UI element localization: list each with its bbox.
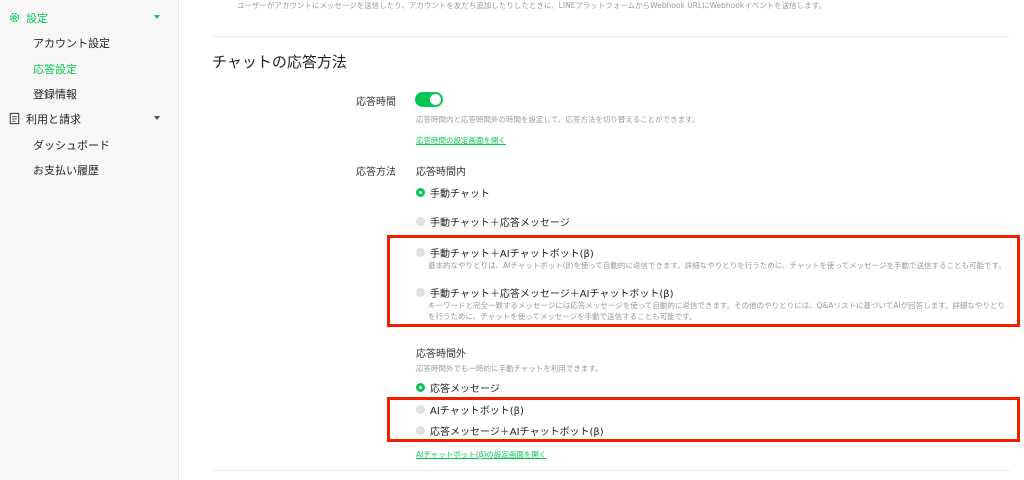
- webhook-description: ユーザーがアカウントにメッセージを送信したり、アカウントを友だち追加したりしたと…: [237, 1, 826, 10]
- sidebar-item-label: お支払い履歴: [33, 164, 99, 177]
- sidebar-item-payment-history[interactable]: お支払い履歴: [0, 158, 178, 182]
- gear-icon: [8, 11, 21, 24]
- sidebar-item-settings[interactable]: 設定: [0, 6, 178, 30]
- chevron-down-icon[interactable]: [154, 116, 160, 120]
- toggle-knob: [430, 94, 441, 105]
- response-hours-label: 応答時間: [356, 97, 396, 108]
- option-label: 応答メッセージ: [430, 383, 500, 395]
- chevron-down-icon[interactable]: [154, 15, 160, 19]
- radio-selected-icon[interactable]: [416, 187, 425, 197]
- document-icon: [8, 112, 21, 125]
- radio-selected-icon[interactable]: [416, 382, 425, 392]
- section-title: チャットの応答方法: [212, 53, 347, 71]
- radio-icon[interactable]: [416, 216, 425, 226]
- response-hours-toggle[interactable]: [415, 92, 443, 107]
- option-label: 手動チャット: [430, 188, 490, 200]
- highlight-box: [387, 397, 1020, 442]
- sidebar-item-account[interactable]: アカウント設定: [0, 31, 178, 55]
- within-option-manual-chat[interactable]: 手動チャット: [416, 185, 490, 200]
- response-hours-help: 応答時間内と応答時間外の時間を設定して、応答方法を切り替えることができます。: [416, 115, 700, 124]
- sidebar-item-label: 登録情報: [33, 88, 77, 101]
- response-hours-settings-link[interactable]: 応答時間の設定画面を開く: [416, 135, 506, 146]
- outside-option-auto-response[interactable]: 応答メッセージ: [416, 380, 500, 395]
- divider: [212, 36, 1010, 37]
- divider: [212, 470, 1010, 471]
- sidebar-item-label: 設定: [26, 12, 48, 25]
- within-hours-title: 応答時間内: [416, 167, 466, 178]
- ai-chatbot-settings-link[interactable]: AIチャットボット(β)の設定画面を開く: [416, 449, 546, 460]
- option-label: 手動チャット＋応答メッセージ: [430, 217, 570, 229]
- sidebar: 設定 アカウント設定 応答設定 登録情報 利用と請求 ダッシュボード お支払い履…: [0, 0, 179, 480]
- sidebar-item-label: 利用と請求: [26, 113, 81, 126]
- sidebar-item-label: アカウント設定: [33, 37, 110, 50]
- sidebar-item-dashboard[interactable]: ダッシュボード: [0, 133, 178, 157]
- within-option-manual-auto-response[interactable]: 手動チャット＋応答メッセージ: [416, 214, 570, 229]
- sidebar-item-label: ダッシュボード: [33, 139, 110, 152]
- outside-hours-help: 応答時間外でも一時的に手動チャットを利用できます。: [416, 364, 603, 373]
- sidebar-item-billing[interactable]: 利用と請求: [0, 107, 178, 131]
- sidebar-item-response[interactable]: 応答設定: [0, 57, 178, 81]
- outside-hours-title: 応答時間外: [416, 349, 466, 360]
- sidebar-item-registration[interactable]: 登録情報: [0, 82, 178, 106]
- sidebar-item-label: 応答設定: [33, 63, 77, 76]
- highlight-box: [387, 235, 1020, 327]
- response-method-label: 応答方法: [356, 167, 396, 178]
